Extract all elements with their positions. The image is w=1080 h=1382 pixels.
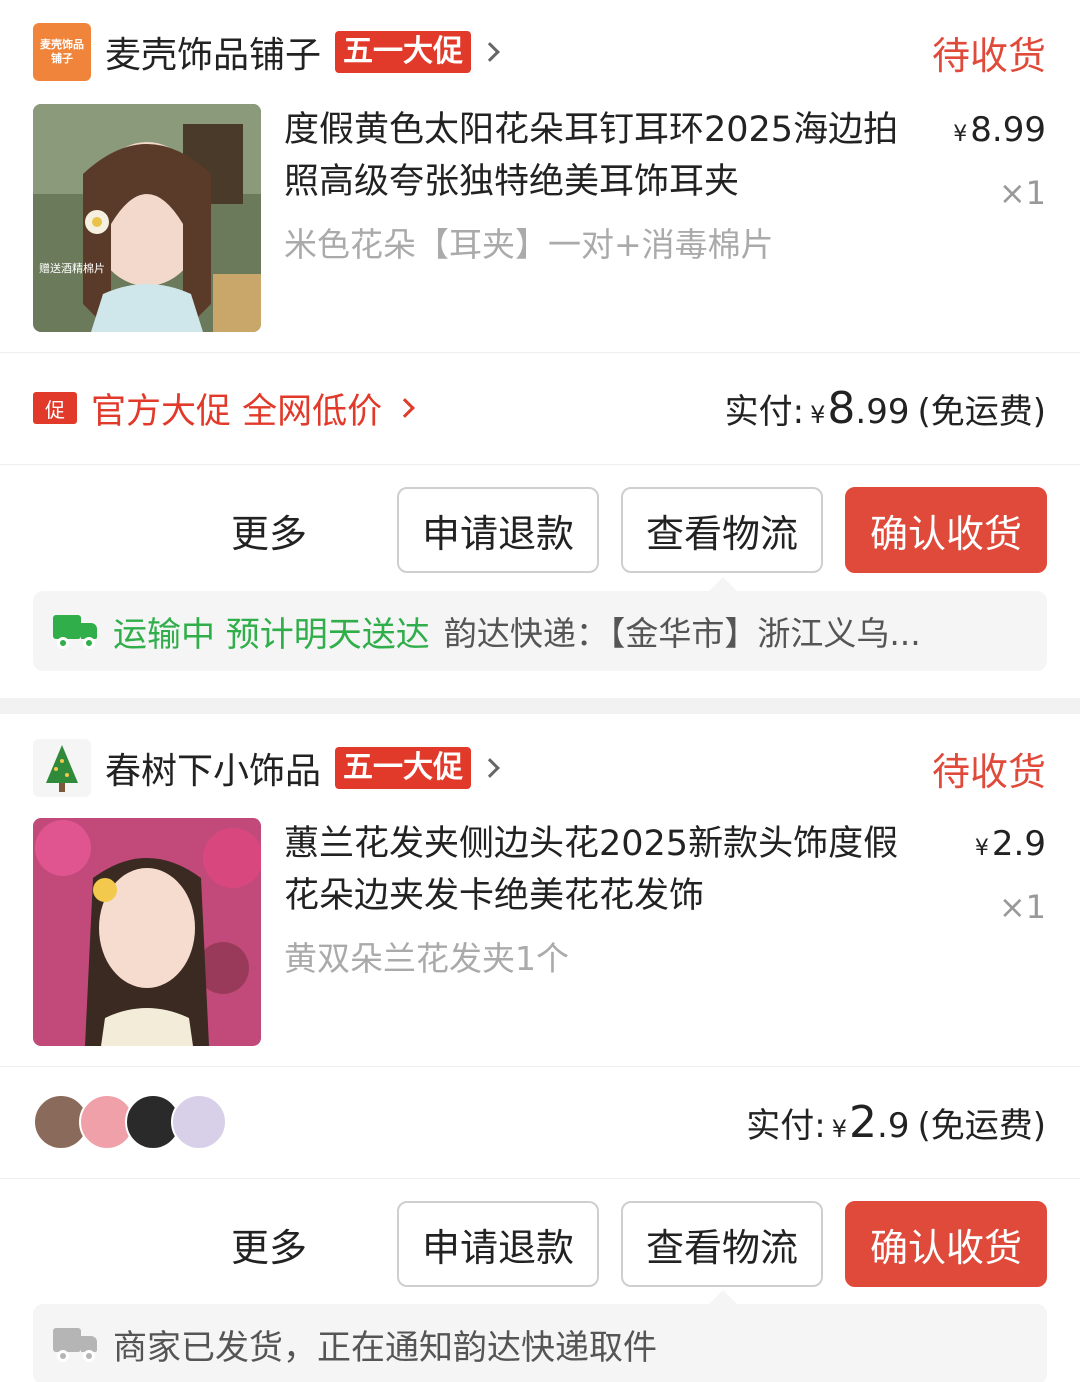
promo-link[interactable]: 官方大促 全网低价 [91, 383, 382, 434]
confirm-receipt-button[interactable]: 确认收货 [845, 1201, 1047, 1287]
product-image[interactable]: 赠送酒精棉片 [33, 104, 261, 332]
more-button[interactable]: 更多 [231, 503, 307, 558]
shop-logo-text: 铺子 [51, 52, 73, 65]
logistics-detail: 韵达快递：【金华市】浙江义乌... [443, 614, 921, 653]
refund-button[interactable]: 申请退款 [397, 487, 599, 573]
currency-symbol: ¥ [831, 1114, 848, 1143]
paid-decimal: .9 [877, 1105, 910, 1146]
product-price: ¥2.9 [975, 824, 1046, 864]
price-value: 8.99 [970, 110, 1046, 150]
divider [0, 352, 1080, 353]
product-spec: 米色花朵【耳夹】一对+消毒棉片 [284, 225, 774, 264]
order-actions: 更多 申请退款 查看物流 确认收货 [33, 487, 1047, 573]
shop-header[interactable]: 春树下小饰品 五一大促 待收货 [33, 738, 1046, 798]
divider [0, 1178, 1080, 1179]
payment-row: 实付: ¥ 2 .9 (免运费) [33, 1092, 1046, 1152]
tree-logo-icon [33, 739, 91, 797]
chevron-right-icon[interactable] [480, 42, 500, 62]
logistics-detail: 商家已发货，正在通知韵达快递取件 [113, 1327, 657, 1368]
logistics-banner[interactable]: 运输中 预计明天送达 韵达快递：【金华市】浙江义乌... [33, 577, 1047, 671]
paid-amount: 实付: ¥ 8 .99 (免运费) [725, 383, 1046, 434]
shop-logo-text: 麦壳饰品 [40, 38, 84, 51]
product-item[interactable]: 赠送酒精棉片 度假黄色太阳花朵耳钉耳环2025海边拍照高级夸张独特绝美耳饰耳夹 … [33, 104, 1046, 332]
paid-decimal: .99 [855, 391, 910, 432]
product-title[interactable]: 度假黄色太阳花朵耳钉耳环2025海边拍照高级夸张独特绝美耳饰耳夹 [284, 104, 909, 208]
shipping-note: (免运费) [917, 391, 1046, 432]
product-spec: 黄双朵兰花发夹1个 [284, 939, 569, 978]
truck-icon [53, 615, 99, 649]
product-quantity: ×1 [998, 888, 1046, 926]
shop-name[interactable]: 春树下小饰品 [105, 742, 321, 794]
paid-label: 实付: [746, 1105, 826, 1146]
refund-button[interactable]: 申请退款 [397, 1201, 599, 1287]
avatar [171, 1094, 227, 1150]
shop-header[interactable]: 麦壳饰品 铺子 麦壳饰品铺子 五一大促 待收货 [33, 22, 1046, 82]
confirm-receipt-button[interactable]: 确认收货 [845, 487, 1047, 573]
shop-logo: 麦壳饰品 铺子 [33, 23, 91, 81]
order-card: 春树下小饰品 五一大促 待收货 蕙兰花发夹侧边头花2025新款头饰度假花朵边夹发… [0, 714, 1080, 1382]
promo-tag-icon: 促 [33, 392, 77, 424]
order-actions: 更多 申请退款 查看物流 确认收货 [33, 1201, 1047, 1287]
currency-symbol: ¥ [810, 400, 826, 429]
currency-symbol: ¥ [953, 122, 968, 147]
logistics-banner[interactable]: 商家已发货，正在通知韵达快递取件 [33, 1290, 1047, 1382]
order-status: 待收货 [931, 749, 1046, 794]
promo-badge: 五一大促 [335, 31, 472, 73]
paid-int: 2 [849, 1096, 878, 1148]
currency-symbol: ¥ [974, 836, 989, 861]
chevron-right-icon[interactable] [395, 398, 416, 418]
divider [0, 1066, 1080, 1067]
buyer-avatars[interactable] [33, 1094, 227, 1150]
shipping-note: (免运费) [917, 1105, 1046, 1146]
shop-name[interactable]: 麦壳饰品铺子 [105, 26, 321, 78]
view-logistics-button[interactable]: 查看物流 [621, 1201, 823, 1287]
chevron-right-icon[interactable] [480, 758, 500, 778]
truck-icon [53, 1328, 99, 1362]
promo-badge: 五一大促 [335, 747, 472, 789]
paid-label: 实付: [724, 391, 805, 432]
view-logistics-button[interactable]: 查看物流 [621, 487, 823, 573]
order-status: 待收货 [931, 33, 1046, 78]
product-item[interactable]: 蕙兰花发夹侧边头花2025新款头饰度假花朵边夹发卡绝美花花发饰 黄双朵兰花发夹1… [33, 818, 1046, 1046]
divider [0, 464, 1080, 465]
product-quantity: ×1 [998, 174, 1046, 212]
logistics-status: 运输中 预计明天送达 [113, 614, 430, 655]
paid-amount: 实付: ¥ 2 .9 (免运费) [746, 1097, 1046, 1148]
payment-row: 促 官方大促 全网低价 实付: ¥ 8 .99 (免运费) [33, 378, 1046, 438]
price-value: 2.9 [991, 824, 1046, 864]
product-price: ¥8.99 [953, 110, 1046, 150]
product-image[interactable] [33, 818, 261, 1046]
product-image-caption: 赠送酒精棉片 [39, 261, 105, 275]
order-card: 麦壳饰品 铺子 麦壳饰品铺子 五一大促 待收货 赠送酒精棉片 度假黄色太阳花朵耳… [0, 0, 1080, 698]
more-button[interactable]: 更多 [231, 1217, 307, 1272]
product-title[interactable]: 蕙兰花发夹侧边头花2025新款头饰度假花朵边夹发卡绝美花花发饰 [284, 818, 909, 922]
paid-int: 8 [827, 382, 856, 434]
